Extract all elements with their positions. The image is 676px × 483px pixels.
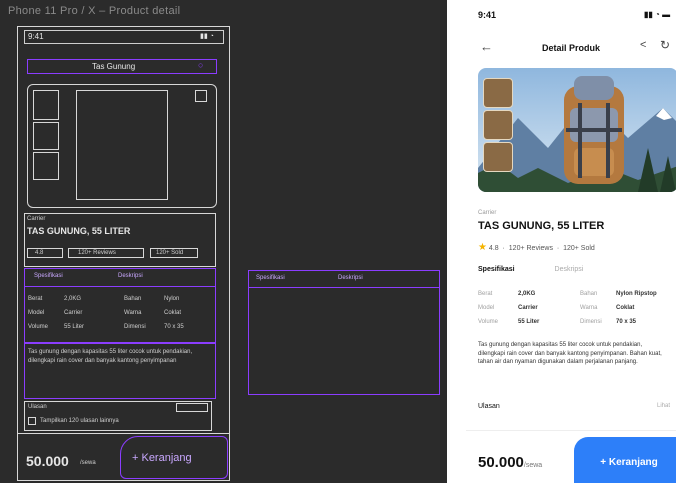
wireframe-product-info (24, 213, 216, 267)
wireframe-product-title: TAS GUNUNG, 55 LITER (27, 226, 131, 236)
mobile-mockup: 9:41 ▮▮ ◔ ▬ ← Detail Produk < ↻ Carrier … (466, 0, 676, 483)
wireframe-search-text: Tas Gunung (92, 62, 136, 71)
rating-value: 4.8 (488, 245, 499, 252)
spec-key: Berat (478, 291, 493, 297)
sold-count: 120+ Sold (563, 245, 595, 252)
wireframe-main-image (76, 90, 168, 200)
wireframe-spec-key: Berat (28, 296, 43, 302)
wireframe-chip-label: 120+ Sold (156, 250, 184, 256)
wireframe-canvas: Phone 11 Pro / X – Product detail 9:41 ▮… (0, 0, 447, 483)
wireframe-add-to-cart-label: + Keranjang (132, 452, 192, 464)
wireframe-spec-value: 55 Liter (64, 324, 85, 330)
wireframe-side-tab-panel (248, 270, 440, 395)
wireframe-avatar (28, 417, 36, 425)
reviews-label: Ulasan (478, 403, 500, 410)
wireframe-chip-label: 4.8 (35, 250, 44, 256)
spec-key: Dimensi (580, 319, 602, 325)
tab-specification[interactable]: Spesifikasi (478, 266, 515, 273)
wireframe-spec-key: Bahan (124, 296, 142, 302)
spec-key: Warna (580, 305, 598, 311)
wireframe-price: 50.000 (26, 453, 69, 469)
wireframe-thumbnail[interactable] (33, 122, 59, 150)
status-time: 9:41 (478, 10, 497, 20)
wireframe-side-tab-desc[interactable]: Deskripsi (338, 275, 363, 281)
wireframe-signal-icon: ▮▮ ◔ (200, 33, 214, 40)
gallery-thumbnail[interactable] (483, 110, 513, 140)
spec-value: 55 Liter (518, 319, 540, 325)
spec-key: Volume (478, 319, 499, 325)
wireframe-spec-value: Nylon (164, 296, 180, 302)
wireframe-spec-key: Volume (28, 324, 49, 330)
wireframe-price-unit: /sewa (80, 460, 96, 466)
add-to-cart-button[interactable]: + Keranjang (574, 437, 676, 483)
wireframe-favorite-icon[interactable] (195, 90, 207, 102)
category-label: Carrier (478, 210, 497, 216)
wireframe-review-item[interactable]: Tampilkan 120 ulasan lainnya (40, 418, 119, 424)
spec-value: Nylon Ripstop (616, 291, 657, 297)
wireframe-reviews-link[interactable] (176, 403, 208, 412)
wireframe-chip-label: 120+ Reviews (78, 250, 116, 256)
wireframe-status-bar (24, 30, 224, 44)
wireframe-spec-value: Carrier (64, 310, 83, 316)
frame-title[interactable]: Phone 11 Pro / X – Product detail (8, 5, 180, 17)
spec-value: 2,0KG (518, 291, 536, 297)
wireframe-tab-desc[interactable]: Deskripsi (118, 273, 143, 279)
spec-key: Model (478, 305, 495, 311)
wireframe-spec-value: 2,0KG (64, 296, 82, 302)
wireframe-side-tab-spec[interactable]: Spesifikasi (256, 275, 285, 281)
wireframe-spec-key: Dimensi (124, 324, 146, 330)
reviews-link[interactable]: Lihat (657, 403, 670, 409)
gallery-thumbnail[interactable] (483, 78, 513, 108)
wireframe-spec-key: Warna (124, 310, 142, 316)
spec-value: Coklat (616, 305, 635, 311)
spec-key: Bahan (580, 291, 598, 297)
reviews-count[interactable]: 120+ Reviews (509, 245, 553, 252)
wireframe-thumbnail[interactable] (33, 90, 59, 120)
refresh-icon[interactable]: ↻ (660, 38, 670, 52)
share-icon[interactable]: < (640, 39, 646, 51)
price-label: 50.000/sewa (478, 454, 542, 471)
wireframe-spec-value: Coklat (164, 310, 182, 316)
wireframe-tab-spec[interactable]: Spesifikasi (34, 273, 63, 279)
reviews-row: Ulasan Lihat (478, 403, 670, 410)
gallery-thumbnail[interactable] (483, 142, 513, 172)
wireframe-description-text: Tas gunung dengan kapasitas 55 liter coc… (28, 349, 193, 364)
product-description: Tas gunung dengan kapasitas 55 liter coc… (478, 342, 662, 366)
spec-value: 70 x 35 (616, 319, 637, 325)
price-unit: /sewa (523, 462, 543, 469)
wireframe-chip (27, 248, 63, 258)
wireframe-thumbnail[interactable] (33, 152, 59, 180)
spec-value: Carrier (518, 305, 538, 311)
price-value: 50.000 (478, 454, 524, 471)
tab-description[interactable]: Deskripsi (555, 266, 584, 273)
product-title: TAS GUNUNG, 55 LITER (478, 220, 605, 232)
detail-tabs: Spesifikasi Deskripsi (478, 266, 621, 273)
wireframe-status-time: 9:41 (28, 32, 44, 41)
status-icons: ▮▮ ◔ ▬ (644, 10, 671, 19)
wireframe-reviews-label: Ulasan (28, 404, 47, 410)
wireframe-spec-value: 70 x 35 (164, 324, 184, 330)
wireframe-category-tag: Carrier (27, 216, 46, 222)
rating-row: ★ 4.8 · 120+ Reviews · 120+ Sold (478, 242, 595, 253)
wireframe-spec-key: Model (28, 310, 45, 316)
wireframe-search-icon: ○ (198, 60, 204, 70)
star-icon: ★ (478, 242, 487, 253)
